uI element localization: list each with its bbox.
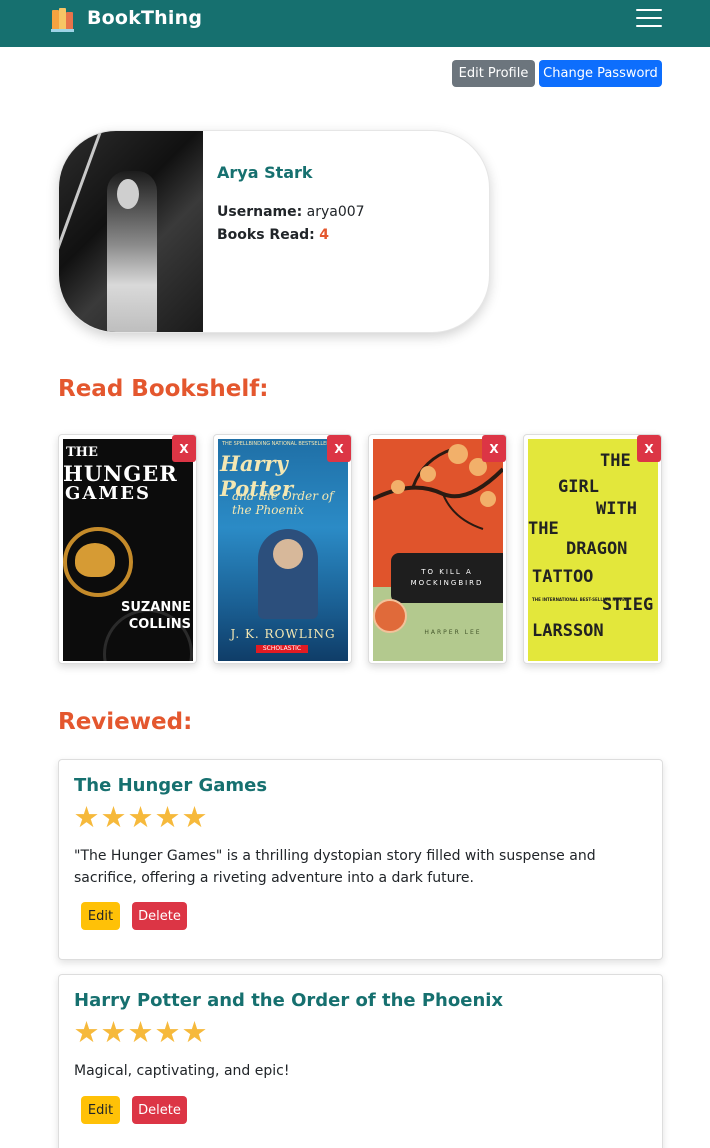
books-logo-icon xyxy=(50,4,76,32)
remove-book-button[interactable]: X xyxy=(482,435,506,462)
books-read-count: 4 xyxy=(319,227,329,243)
cover-publisher: SCHOLASTIC xyxy=(256,645,308,653)
cover-title-line: TATTOO xyxy=(532,567,594,587)
book-card[interactable]: THE GIRL WITH THE DRAGON TATTOO THE INTE… xyxy=(523,434,662,664)
book-cover-to-kill-a-mockingbird[interactable]: TO KILL A MOCKINGBIRD HARPER LEE xyxy=(373,439,503,661)
cover-title: TO KILL A MOCKINGBIRD xyxy=(410,568,484,587)
books-read-label: Books Read: xyxy=(217,227,315,243)
book-cover-hunger-games[interactable]: THE HUNGER GAMES SUZANNE COLLINS xyxy=(63,439,193,661)
username-value: arya007 xyxy=(306,204,365,220)
cover-title-label: TO KILL A MOCKINGBIRD xyxy=(391,553,503,603)
profile-photo xyxy=(59,131,203,332)
brand-name: BookThing xyxy=(87,7,203,29)
edit-profile-button[interactable]: Edit Profile xyxy=(452,60,535,87)
cover-author: HARPER LEE xyxy=(424,629,482,636)
remove-book-button[interactable]: X xyxy=(637,435,661,462)
pulitzer-seal-icon xyxy=(373,599,407,633)
cover-title-line: DRAGON xyxy=(566,539,628,559)
cover-author-line: STIEG xyxy=(602,595,654,615)
review-title[interactable]: The Hunger Games xyxy=(74,775,267,796)
username-line: Username: arya007 xyxy=(217,204,365,220)
username-label: Username: xyxy=(217,204,303,220)
cover-title-line: THE xyxy=(66,445,98,460)
edit-review-button[interactable]: Edit xyxy=(81,902,120,930)
cover-author-line: COLLINS xyxy=(128,617,191,632)
star-icon: ★ xyxy=(100,800,127,834)
remove-book-button[interactable]: X xyxy=(327,435,351,462)
cover-title-line: GAMES xyxy=(65,483,151,504)
profile-name: Arya Stark xyxy=(217,163,313,182)
star-icon: ★ xyxy=(100,1015,127,1049)
edit-review-button[interactable]: Edit xyxy=(81,1096,120,1124)
star-icon: ★ xyxy=(181,800,208,834)
cover-title-line: THE xyxy=(528,519,559,539)
cover-author-line: LARSSON xyxy=(532,621,604,641)
star-icon: ★ xyxy=(154,1015,181,1049)
review-card: Harry Potter and the Order of the Phoeni… xyxy=(58,974,663,1148)
book-cover-girl-dragon-tattoo[interactable]: THE GIRL WITH THE DRAGON TATTOO THE INTE… xyxy=(528,439,658,661)
review-card: The Hunger Games ★ ★ ★ ★ ★ "The Hunger G… xyxy=(58,759,663,960)
star-icon: ★ xyxy=(127,1015,154,1049)
cover-title-line: WITH xyxy=(596,499,637,519)
cover-author-line: SUZANNE xyxy=(120,600,191,615)
cover-author: SUZANNE COLLINS xyxy=(121,599,191,633)
review-text: Magical, captivating, and epic! xyxy=(74,1063,290,1079)
remove-book-button[interactable]: X xyxy=(172,435,196,462)
star-icon: ★ xyxy=(181,1015,208,1049)
cover-tagline: THE SPELLBINDING NATIONAL BESTSELLER xyxy=(222,441,330,447)
read-bookshelf-heading: Read Bookshelf: xyxy=(58,376,269,402)
star-rating: ★ ★ ★ ★ ★ xyxy=(73,803,208,832)
reviewed-heading: Reviewed: xyxy=(58,709,193,735)
star-icon: ★ xyxy=(154,800,181,834)
book-card[interactable]: TO KILL A MOCKINGBIRD HARPER LEE X xyxy=(368,434,507,664)
star-rating: ★ ★ ★ ★ ★ xyxy=(73,1018,208,1047)
navbar: BookThing xyxy=(0,0,710,47)
book-card[interactable]: THE HUNGER GAMES SUZANNE COLLINS X xyxy=(58,434,197,664)
review-title[interactable]: Harry Potter and the Order of the Phoeni… xyxy=(74,990,503,1011)
cover-title-line: and the Order of the Phoenix xyxy=(232,489,334,517)
cover-title-line: GIRL xyxy=(558,477,599,497)
delete-review-button[interactable]: Delete xyxy=(132,1096,187,1124)
brand-link[interactable]: BookThing xyxy=(50,4,202,32)
delete-review-button[interactable]: Delete xyxy=(132,902,187,930)
review-text: "The Hunger Games" is a thrilling dystop… xyxy=(74,848,596,886)
star-icon: ★ xyxy=(73,800,100,834)
star-icon: ★ xyxy=(73,1015,100,1049)
profile-card: Arya Stark Username: arya007 Books Read:… xyxy=(58,130,490,333)
change-password-button[interactable]: Change Password xyxy=(539,60,662,87)
books-read-line: Books Read: 4 xyxy=(217,227,329,243)
star-icon: ★ xyxy=(127,800,154,834)
cover-title-line: THE xyxy=(600,451,631,471)
hamburger-menu-icon[interactable] xyxy=(636,9,662,29)
book-cover-harry-potter[interactable]: THE SPELLBINDING NATIONAL BESTSELLER Har… xyxy=(218,439,348,661)
cover-author: J. K. ROWLING xyxy=(230,627,336,641)
book-card[interactable]: THE SPELLBINDING NATIONAL BESTSELLER Har… xyxy=(213,434,352,664)
